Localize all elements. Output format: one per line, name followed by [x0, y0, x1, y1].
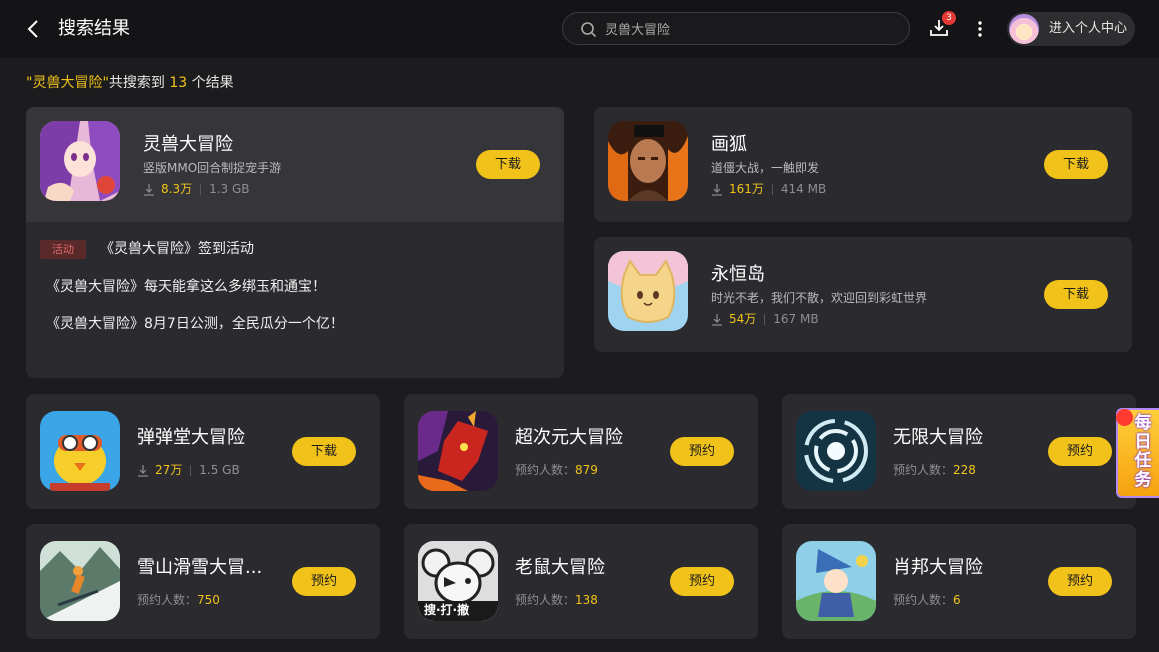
app-icon[interactable] [796, 411, 876, 491]
reserve-button[interactable]: 预约 [670, 437, 734, 466]
download-count-badge: 3 [942, 11, 956, 25]
app-icon[interactable] [796, 541, 876, 621]
back-icon[interactable] [22, 17, 46, 41]
app-card[interactable]: 肖邦大冒险 预约人数： 6 预约 [782, 524, 1136, 639]
reserve-label: 预约人数： [137, 593, 198, 607]
reserve-button[interactable]: 预约 [1048, 437, 1112, 466]
app-name: 超次元大冒险 [515, 427, 623, 448]
app-card[interactable]: 无限大冒险 预约人数： 228 预约 [782, 394, 1136, 509]
download-count: 161万 [729, 182, 764, 196]
app-size: 1.5 GB [199, 463, 240, 477]
app-description: 时光不老，我们不散，欢迎回到彩虹世界 [711, 291, 928, 305]
app-icon[interactable] [40, 121, 120, 201]
app-name: 画狐 [711, 134, 747, 155]
page-title: 搜索结果 [58, 18, 130, 39]
top-bar: 搜索结果 3 进入个人中心 [0, 0, 1159, 58]
app-meta: 27万 1.5 GB [137, 462, 240, 478]
reserve-count: 750 [197, 593, 220, 607]
app-description: 道僵大战，一触即发 [711, 161, 820, 175]
app-size: 414 MB [780, 182, 827, 196]
daily-task-label[interactable]: 每日任务 [1131, 414, 1155, 490]
app-size: 1.3 GB [209, 182, 250, 196]
app-icon-caption: 搜·打·撤 [424, 603, 470, 617]
summary-suffix: 个结果 [191, 75, 234, 91]
app-name: 肖邦大冒险 [893, 557, 983, 578]
reserve-count: 138 [575, 593, 598, 607]
news-item[interactable]: 《灵兽大冒险》8月7日公测，全民瓜分一个亿！ [46, 315, 344, 333]
more-icon[interactable] [970, 18, 990, 40]
download-count: 54万 [729, 312, 757, 326]
profile-button[interactable]: 进入个人中心 [1007, 12, 1135, 46]
search-icon [581, 22, 597, 38]
app-name: 永恒岛 [711, 264, 765, 285]
reserve-info: 预约人数： 228 [893, 462, 984, 478]
download-button[interactable]: 下载 [1044, 150, 1108, 179]
download-button[interactable]: 下载 [292, 437, 356, 466]
app-description: 竖版MMO回合制捉宠手游 [143, 161, 282, 175]
app-card[interactable]: 雪山滑雪大冒... 预约人数： 750 预约 [26, 524, 380, 639]
reserve-count: 6 [953, 593, 961, 607]
download-button[interactable]: 下载 [476, 150, 540, 179]
app-icon[interactable] [418, 411, 498, 491]
download-icon [144, 183, 154, 196]
summary-count: 13 [169, 75, 188, 91]
app-card[interactable]: 弹弹堂大冒险 27万 1.5 GB 下载 [26, 394, 380, 509]
app-name: 雪山滑雪大冒... [137, 557, 263, 578]
download-icon [712, 183, 722, 196]
meta-divider [771, 183, 773, 195]
app-icon[interactable] [608, 121, 688, 201]
app-meta: 54万 167 MB [711, 311, 819, 327]
reserve-button[interactable]: 预约 [1048, 567, 1112, 596]
app-card[interactable]: 超次元大冒险 预约人数： 879 预约 [404, 394, 758, 509]
download-button[interactable]: 下载 [1044, 280, 1108, 309]
reserve-label: 预约人数： [893, 463, 954, 477]
reserve-info: 预约人数： 750 [137, 592, 228, 608]
download-icon [138, 464, 148, 477]
news-item[interactable]: 《灵兽大冒险》每天能拿这么多绑玉和通宝！ [46, 278, 326, 296]
app-name: 灵兽大冒险 [143, 134, 233, 155]
summary-query: "灵兽大冒险" [26, 75, 109, 91]
app-card[interactable]: 永恒岛 时光不老，我们不散，欢迎回到彩虹世界 54万 167 MB 下载 [594, 237, 1132, 352]
download-icon [712, 313, 722, 326]
app-name: 老鼠大冒险 [515, 557, 605, 578]
reserve-label: 预约人数： [893, 593, 954, 607]
reserve-label: 预约人数： [515, 463, 576, 477]
reserve-count: 879 [575, 463, 598, 477]
event-tag: 活动 [40, 240, 86, 259]
reserve-info: 预约人数： 6 [893, 592, 969, 608]
app-size: 167 MB [773, 312, 819, 326]
download-count: 27万 [155, 463, 183, 477]
download-count: 8.3万 [161, 182, 193, 196]
reserve-count: 228 [953, 463, 976, 477]
reserve-label: 预约人数： [515, 593, 576, 607]
featured-app-card[interactable]: 灵兽大冒险 竖版MMO回合制捉宠手游 8.3万 1.3 GB 下载 活动 《灵兽… [26, 107, 564, 378]
search-input[interactable] [605, 17, 895, 40]
meta-divider [764, 313, 766, 325]
app-card[interactable]: 搜·打·撤 老鼠大冒险 预约人数： 138 预约 [404, 524, 758, 639]
avatar [1009, 14, 1039, 44]
app-meta: 161万 414 MB [711, 181, 826, 197]
app-name: 无限大冒险 [893, 427, 983, 448]
search-box[interactable] [562, 12, 910, 45]
reserve-button[interactable]: 预约 [292, 567, 356, 596]
reserve-info: 预约人数： 879 [515, 462, 606, 478]
reserve-info: 预约人数： 138 [515, 592, 606, 608]
reserve-button[interactable]: 预约 [670, 567, 734, 596]
meta-divider [190, 464, 192, 476]
app-name: 弹弹堂大冒险 [137, 427, 245, 448]
app-icon[interactable]: 搜·打·撤 [418, 541, 498, 621]
summary-prefix: 共搜索到 [108, 75, 165, 91]
meta-divider [200, 183, 202, 195]
profile-label: 进入个人中心 [1049, 21, 1128, 36]
app-meta: 8.3万 1.3 GB [143, 181, 250, 197]
app-icon[interactable] [608, 251, 688, 331]
app-icon[interactable] [40, 411, 120, 491]
event-title[interactable]: 《灵兽大冒险》签到活动 [100, 240, 254, 259]
result-summary: "灵兽大冒险"共搜索到 13 个结果 [26, 74, 234, 92]
app-card[interactable]: 画狐 道僵大战，一触即发 161万 414 MB 下载 [594, 107, 1132, 222]
app-icon[interactable] [40, 541, 120, 621]
